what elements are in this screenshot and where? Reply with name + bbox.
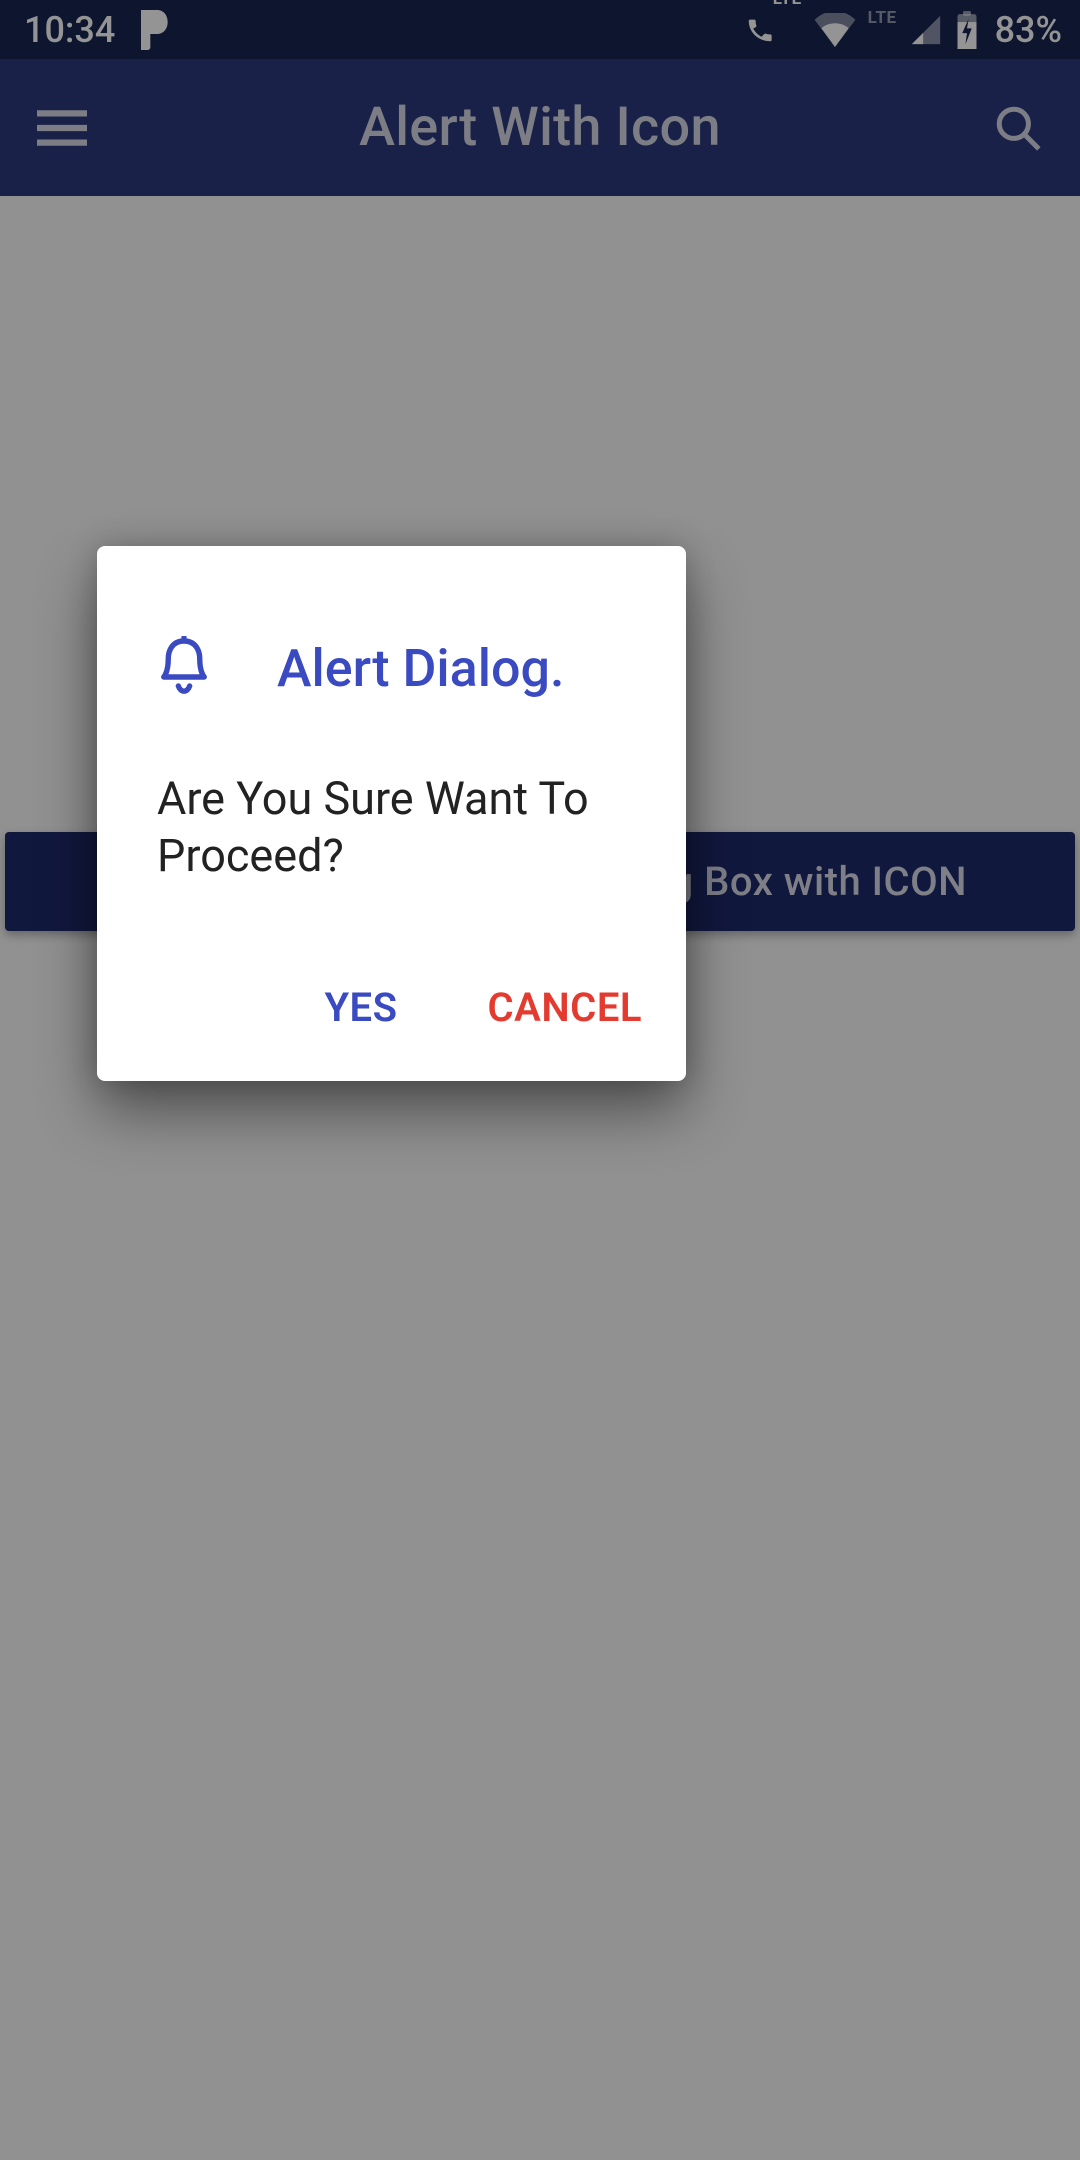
yes-button[interactable]: YES — [324, 984, 397, 1031]
dialog-title: Alert Dialog. — [277, 638, 564, 699]
dialog-actions: YES CANCEL — [157, 984, 646, 1031]
cancel-button[interactable]: CANCEL — [488, 984, 642, 1031]
alert-dialog: Alert Dialog. Are You Sure Want To Proce… — [97, 546, 686, 1081]
dialog-message: Are You Sure Want To Proceed? — [157, 770, 646, 884]
bell-icon — [157, 636, 211, 700]
